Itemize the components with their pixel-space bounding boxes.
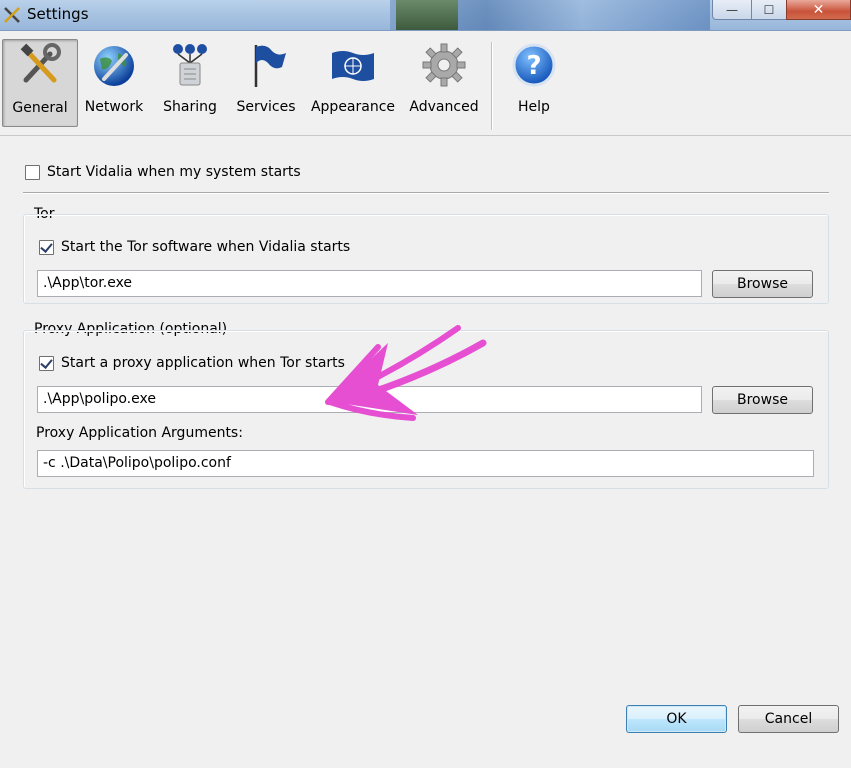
minimize-button[interactable]: — [712, 0, 752, 20]
maximize-button[interactable]: ☐ [751, 0, 787, 20]
title-bar: Settings — ☐ ✕ [0, 0, 851, 31]
tab-appearance-label: Appearance [310, 99, 396, 115]
proxy-arguments-input[interactable]: -c .\Data\Polipo\polipo.conf [37, 450, 814, 477]
flag-icon [254, 45, 286, 87]
proxy-browse-button[interactable]: Browse [712, 386, 813, 414]
tab-general-label: General [12, 100, 68, 116]
maximize-icon: ☐ [763, 2, 775, 17]
un-flag-icon [332, 51, 374, 81]
tab-sharing[interactable]: Sharing [158, 39, 222, 127]
start-tor-checkbox[interactable] [39, 240, 54, 255]
svg-text:?: ? [526, 51, 541, 81]
proxy-arguments-label: Proxy Application Arguments: [36, 425, 243, 441]
help-icon: ? [512, 43, 556, 87]
close-button[interactable]: ✕ [786, 0, 851, 20]
start-vidalia-checkbox[interactable] [25, 165, 40, 180]
start-tor-label: Start the Tor software when Vidalia star… [61, 239, 351, 255]
settings-window-icon [4, 7, 20, 23]
tab-services[interactable]: Services [234, 39, 298, 127]
tab-advanced-label: Advanced [409, 99, 479, 115]
start-proxy-checkbox[interactable] [39, 356, 54, 371]
tab-network-label: Network [84, 99, 144, 115]
toolbar-separator [491, 42, 492, 130]
tab-general[interactable]: General [2, 39, 78, 127]
tab-appearance[interactable]: Appearance [310, 39, 396, 127]
settings-toolbar: General Network Sharing Services Appeara… [0, 31, 851, 136]
background-window-thumbnail [396, 0, 458, 30]
ok-button[interactable]: OK [626, 705, 727, 733]
tab-network[interactable]: Network [82, 39, 146, 127]
tab-sharing-label: Sharing [163, 99, 217, 115]
tab-help[interactable]: ? Help [502, 39, 566, 127]
relay-network-icon [173, 44, 207, 86]
start-proxy-label: Start a proxy application when Tor start… [61, 355, 345, 371]
globe-wrench-icon [94, 46, 134, 86]
window-title: Settings [27, 5, 89, 23]
gear-icon [422, 43, 466, 87]
cancel-button[interactable]: Cancel [738, 705, 839, 733]
annotation-arrow [325, 325, 487, 421]
tor-path-input[interactable]: .\App\tor.exe [37, 270, 702, 297]
tools-icon [20, 43, 61, 83]
tab-help-label: Help [518, 99, 550, 115]
close-icon: ✕ [812, 1, 825, 18]
tab-services-label: Services [236, 99, 296, 115]
start-vidalia-label: Start Vidalia when my system starts [47, 164, 301, 180]
section-divider [23, 192, 829, 193]
tor-browse-button[interactable]: Browse [712, 270, 813, 298]
minimize-icon: — [726, 2, 738, 17]
tab-advanced[interactable]: Advanced [404, 39, 484, 127]
